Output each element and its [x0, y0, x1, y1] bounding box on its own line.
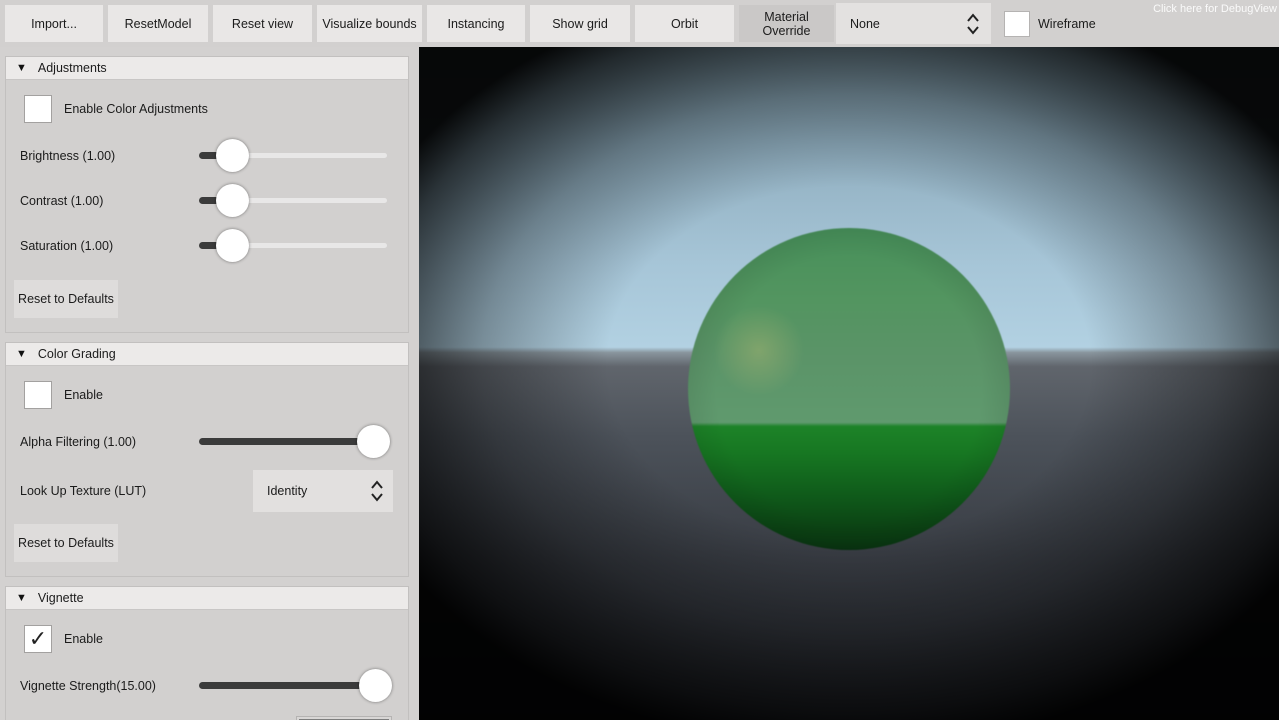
slider-fill: [199, 438, 374, 445]
green-sphere-model: [688, 228, 1010, 550]
model-viewer-app: Import... ResetModel Reset view Visualiz…: [0, 0, 1279, 720]
material-override-button[interactable]: Material Override: [739, 5, 834, 42]
adjustments-section: ▼ Adjustments Enable Color Adjustments B…: [5, 56, 409, 333]
slider-thumb[interactable]: [216, 184, 249, 217]
section-title: Adjustments: [38, 61, 107, 75]
vignette-section: ▼ Vignette ✓ Enable Vignette Strength(15…: [5, 586, 409, 720]
dropdown-chevron-icon: [369, 479, 385, 503]
debug-view-link[interactable]: Click here for DebugView: [1153, 3, 1277, 15]
section-title: Vignette: [38, 591, 84, 605]
viewport-canvas[interactable]: [419, 47, 1279, 720]
reset-view-button[interactable]: Reset view: [213, 5, 312, 42]
color-grading-enable-checkbox[interactable]: [24, 381, 52, 409]
collapse-triangle-icon: ▼: [16, 592, 27, 604]
orbit-button[interactable]: Orbit: [635, 5, 734, 42]
checkbox-label: Enable: [64, 388, 103, 402]
slider-thumb[interactable]: [216, 139, 249, 172]
alpha-filtering-label: Alpha Filtering (1.00): [14, 435, 199, 449]
wireframe-checkbox[interactable]: [1004, 11, 1030, 37]
toolbar: Import... ResetModel Reset view Visualiz…: [0, 0, 1279, 47]
wireframe-label: Wireframe: [1038, 17, 1096, 31]
vignette-header[interactable]: ▼ Vignette: [6, 587, 408, 610]
brightness-label: Brightness (1.00): [14, 149, 199, 163]
material-override-dropdown[interactable]: None: [836, 3, 991, 44]
visualize-bounds-button[interactable]: Visualize bounds: [317, 5, 422, 42]
checkbox-label: Enable Color Adjustments: [64, 102, 208, 116]
section-title: Color Grading: [38, 347, 116, 361]
vignette-strength-slider[interactable]: [199, 669, 387, 702]
dropdown-chevron-icon: [965, 12, 981, 36]
contrast-slider[interactable]: [199, 184, 387, 217]
adjustments-reset-button[interactable]: Reset to Defaults: [14, 280, 118, 318]
material-override-value: None: [850, 17, 965, 31]
alpha-filtering-slider[interactable]: [199, 425, 387, 458]
color-grading-body: Enable Alpha Filtering (1.00) Look Up Te…: [6, 366, 408, 576]
contrast-label: Contrast (1.00): [14, 194, 199, 208]
vignette-enable-checkbox[interactable]: ✓: [24, 625, 52, 653]
saturation-slider[interactable]: [199, 229, 387, 262]
lut-dropdown[interactable]: Identity: [253, 470, 393, 512]
collapse-triangle-icon: ▼: [16, 348, 27, 360]
vignette-body: ✓ Enable Vignette Strength(15.00) Vignet…: [6, 610, 408, 720]
slider-fill: [199, 682, 376, 689]
slider-thumb[interactable]: [357, 425, 390, 458]
adjustments-body: Enable Color Adjustments Brightness (1.0…: [6, 80, 408, 332]
lut-value: Identity: [267, 484, 369, 498]
collapse-triangle-icon: ▼: [16, 62, 27, 74]
color-grading-reset-button[interactable]: Reset to Defaults: [14, 524, 118, 562]
brightness-slider[interactable]: [199, 139, 387, 172]
color-grading-section: ▼ Color Grading Enable Alpha Filtering (…: [5, 342, 409, 577]
color-grading-header[interactable]: ▼ Color Grading: [6, 343, 408, 366]
reset-model-button[interactable]: ResetModel: [108, 5, 208, 42]
checkbox-label: Enable: [64, 632, 103, 646]
settings-sidebar: ▼ Adjustments Enable Color Adjustments B…: [0, 47, 419, 720]
import-button[interactable]: Import...: [5, 5, 103, 42]
slider-thumb[interactable]: [216, 229, 249, 262]
show-grid-button[interactable]: Show grid: [530, 5, 630, 42]
slider-thumb[interactable]: [359, 669, 392, 702]
instancing-button[interactable]: Instancing: [427, 5, 525, 42]
vignette-strength-label: Vignette Strength(15.00): [14, 679, 199, 693]
adjustments-header[interactable]: ▼ Adjustments: [6, 57, 408, 80]
lut-label: Look Up Texture (LUT): [14, 484, 253, 498]
enable-color-adjustments-checkbox[interactable]: [24, 95, 52, 123]
saturation-label: Saturation (1.00): [14, 239, 199, 253]
